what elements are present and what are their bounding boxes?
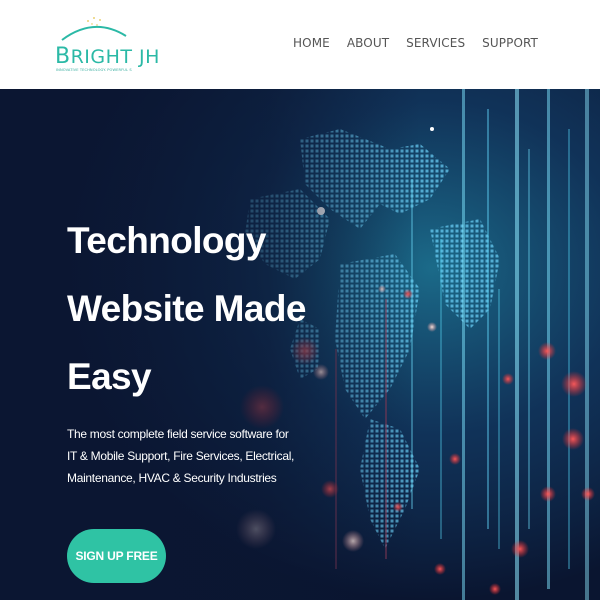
- nav-support-link[interactable]: SUPPORT: [482, 36, 538, 50]
- hero-title-line-2: Website Made: [67, 288, 306, 329]
- hero-title-line-1: Technology: [67, 220, 266, 261]
- nav-services-link[interactable]: SERVICES: [406, 36, 465, 50]
- nav-about-link[interactable]: ABOUT: [347, 36, 389, 50]
- sign-up-free-button[interactable]: SIGN UP FREE: [67, 529, 166, 583]
- logo-wordmark: BRIGHT JH: [55, 44, 160, 69]
- hero-title-line-3: Easy: [67, 356, 152, 397]
- logo-tagline: INNOVATIVE TECHNOLOGY. POWERFUL SOLUTION…: [56, 68, 132, 72]
- nav-home-link[interactable]: HOME: [293, 36, 330, 50]
- hero-description: The most complete field service software…: [67, 427, 295, 485]
- main-nav: HOME ABOUT SERVICES SUPPORT: [293, 36, 538, 50]
- hero-title: Technology Website Made Easy: [67, 207, 327, 411]
- hero-section: Technology Website Made Easy The most co…: [0, 89, 600, 600]
- site-header: BRIGHT JH INNOVATIVE TECHNOLOGY. POWERFU…: [0, 0, 600, 89]
- brand-logo[interactable]: BRIGHT JH INNOVATIVE TECHNOLOGY. POWERFU…: [52, 14, 160, 76]
- logo-arc-icon: [61, 17, 127, 41]
